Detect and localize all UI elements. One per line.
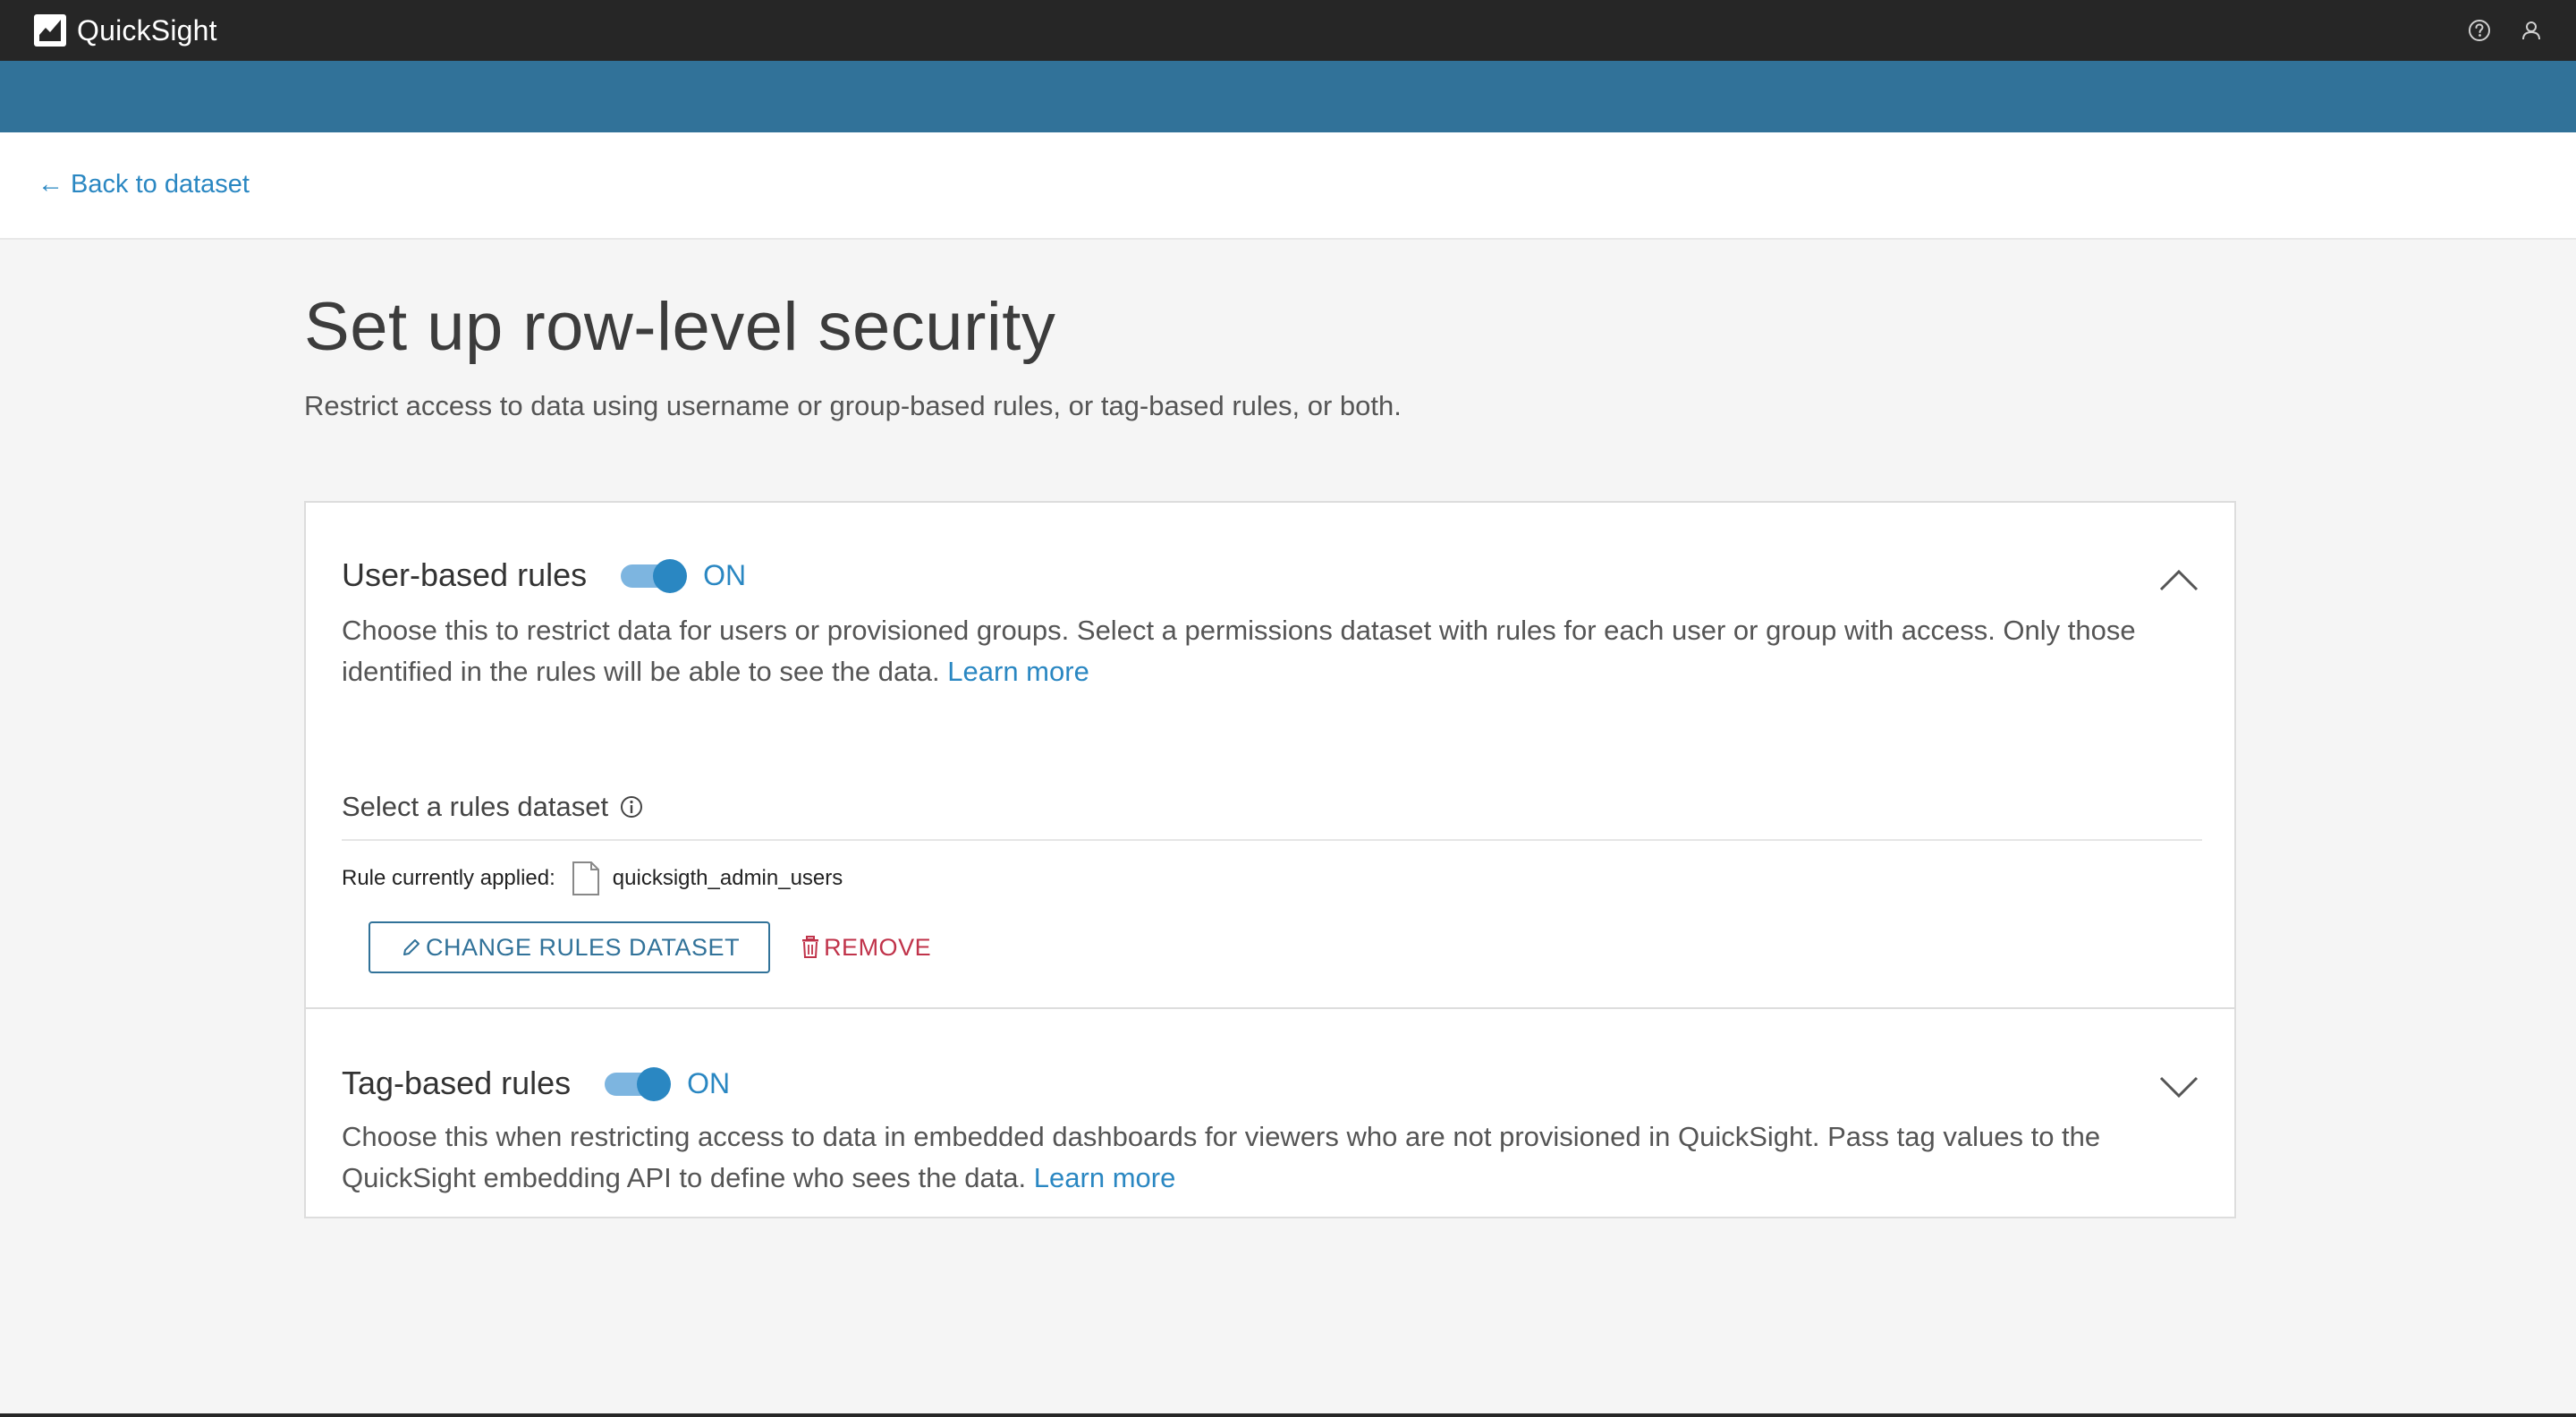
chevron-up-icon[interactable]: [2157, 558, 2200, 601]
user-rules-description: Choose this to restrict data for users o…: [342, 610, 2202, 692]
tag-based-rules-panel: Tag-based rules ON Choose this when rest…: [304, 1009, 2236, 1218]
select-rules-dataset-text: Select a rules dataset: [342, 791, 609, 822]
rules-dataset-actions: CHANGE RULES DATASET REMOVE: [369, 921, 931, 973]
toggle-knob: [637, 1067, 672, 1101]
top-bar: QuickSight: [0, 0, 2576, 61]
help-circle-icon[interactable]: [2467, 18, 2492, 43]
trash-icon: [802, 936, 819, 958]
info-icon[interactable]: [619, 794, 644, 819]
app-title: QuickSight: [77, 13, 217, 47]
page-subtitle: Restrict access to data using username o…: [304, 390, 1402, 421]
tag-rules-toggle-state: ON: [687, 1066, 731, 1099]
back-to-dataset-link[interactable]: ← Back to dataset: [38, 170, 250, 199]
tag-rules-header: Tag-based rules ON: [342, 1065, 730, 1102]
select-rules-dataset-label: Select a rules dataset: [342, 791, 644, 823]
top-bar-actions: [2467, 0, 2544, 61]
user-profile-icon[interactable]: [2519, 18, 2544, 43]
rule-applied-label: Rule currently applied:: [342, 866, 555, 890]
user-rules-toggle[interactable]: [621, 559, 688, 593]
user-rules-title: User-based rules: [342, 556, 588, 593]
tag-rules-toggle[interactable]: [605, 1067, 672, 1101]
rule-applied-row: Rule currently applied: quicksigth_admin…: [342, 861, 843, 896]
tag-rules-learn-more-link[interactable]: Learn more: [1034, 1162, 1176, 1193]
quicksight-logo-icon[interactable]: [34, 14, 66, 47]
change-rules-dataset-button[interactable]: CHANGE RULES DATASET: [369, 921, 771, 973]
user-based-rules-panel: User-based rules ON Choose this to restr…: [304, 501, 2236, 1009]
user-rules-header: User-based rules ON: [342, 556, 746, 594]
back-navigation-bar: ← Back to dataset: [0, 132, 2576, 240]
chevron-down-icon[interactable]: [2157, 1066, 2200, 1109]
remove-label: REMOVE: [824, 933, 932, 961]
page-title: Set up row-level security: [304, 289, 1056, 365]
pencil-icon: [403, 939, 419, 955]
window-bottom-edge: [0, 1413, 2576, 1417]
toggle-knob: [653, 559, 688, 593]
user-rules-description-text: Choose this to restrict data for users o…: [342, 615, 2136, 687]
change-rules-dataset-label: CHANGE RULES DATASET: [426, 933, 741, 961]
tag-rules-title: Tag-based rules: [342, 1065, 572, 1101]
document-icon: [572, 861, 600, 896]
tag-rules-description: Choose this when restricting access to d…: [342, 1116, 2202, 1199]
remove-button[interactable]: REMOVE: [801, 934, 931, 962]
applied-dataset-name: quicksigth_admin_users: [612, 866, 843, 890]
user-rules-learn-more-link[interactable]: Learn more: [947, 656, 1089, 687]
tag-rules-description-text: Choose this when restricting access to d…: [342, 1121, 2101, 1193]
section-divider: [342, 839, 2202, 841]
brand-bar: [0, 61, 2576, 132]
user-rules-toggle-state: ON: [703, 558, 747, 591]
